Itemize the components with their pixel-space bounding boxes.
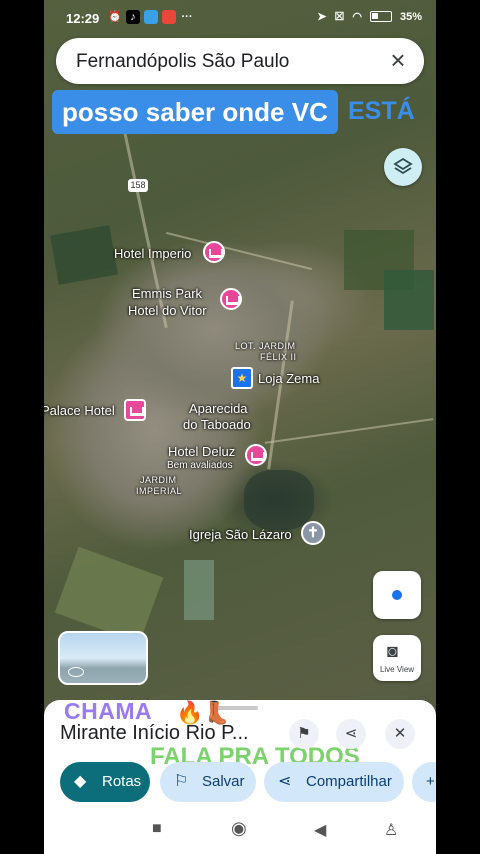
hotel-pin-icon[interactable] xyxy=(220,288,242,310)
poi-hotel-imperio-label[interactable]: Hotel Imperio xyxy=(114,246,191,261)
app-icon xyxy=(144,10,158,24)
phone-screen: 12:29 ⏰ ♪ ··· ➤ ☒ ◠ 35% Fernandópolis Sã… xyxy=(44,0,436,854)
close-sheet-button[interactable]: ✕ xyxy=(385,719,415,749)
poi-igreja-label[interactable]: Igreja São Lázaro xyxy=(189,527,292,542)
location-icon: ➤ xyxy=(317,11,327,23)
hotel-pin-icon[interactable] xyxy=(245,444,267,466)
alarm-icon: ⏰ xyxy=(108,11,122,23)
battery-level: 35% xyxy=(399,10,422,23)
hotel-pin-icon[interactable] xyxy=(124,399,146,421)
area-lot-jardim-label-2: FÉLIX II xyxy=(260,352,297,362)
shopping-pin-icon[interactable]: ★ xyxy=(231,367,253,389)
overlay-caption-tail: ESTÁ xyxy=(348,97,415,125)
city-aparecida-label-2: do Taboado xyxy=(183,417,251,432)
status-time: 12:29 xyxy=(66,11,100,26)
route-shield: 158 xyxy=(128,179,148,192)
battery-icon xyxy=(369,11,392,22)
layers-icon xyxy=(393,157,413,175)
close-icon: ✕ xyxy=(393,725,407,742)
live-view-button[interactable]: ◙ Live View xyxy=(373,635,421,681)
share-label: Compartilhar xyxy=(306,773,392,790)
search-query[interactable]: Fernandópolis São Paulo xyxy=(76,51,289,73)
360-icon xyxy=(68,667,84,677)
close-icon[interactable]: × xyxy=(384,47,412,75)
status-bar: 12:29 ⏰ ♪ ··· ➤ ☒ ◠ 35% xyxy=(44,0,436,36)
area-jardim-imperial-label: JARDIM xyxy=(140,475,177,485)
notification-icons: ⏰ ♪ ··· xyxy=(108,10,194,24)
directions-icon: ◆ xyxy=(74,773,87,790)
poi-loja-zema-label[interactable]: Loja Zema xyxy=(258,371,319,386)
poi-hotel-deluz-sublabel: Bem avaliados xyxy=(167,460,233,471)
share-button[interactable]: ⋖ xyxy=(336,719,366,749)
overlay-chama-text: CHAMA xyxy=(64,698,153,724)
save-label: Salvar xyxy=(202,773,245,790)
church-pin-icon[interactable]: ✝ xyxy=(301,521,325,545)
camera-icon: ◙ xyxy=(387,641,398,661)
bookmark-icon: ⚑ xyxy=(297,725,311,742)
system-icons: ➤ ☒ ◠ 35% xyxy=(317,10,422,24)
accessibility-icon[interactable]: ♙ xyxy=(384,820,398,840)
plus-icon: + xyxy=(426,773,435,790)
save-button[interactable]: ⚐ Salvar xyxy=(160,762,256,802)
more-dots-icon: ··· xyxy=(181,11,193,23)
recents-icon[interactable]: ■ xyxy=(152,820,162,838)
area-lot-jardim-label: LOT. JARDIM xyxy=(235,341,296,351)
app-red-icon xyxy=(162,10,176,24)
layers-button[interactable] xyxy=(384,148,422,186)
home-icon[interactable]: ◉ xyxy=(231,818,247,839)
city-aparecida-label: Aparecida xyxy=(189,401,248,416)
poi-emmis-park-label-2[interactable]: Hotel do Vitor xyxy=(128,303,207,318)
area-jardim-imperial-label-2: IMPERIAL xyxy=(136,486,183,496)
my-location-button[interactable] xyxy=(373,571,421,619)
directions-label: Rotas xyxy=(102,773,142,790)
place-photo-thumbnail[interactable] xyxy=(58,631,148,685)
overlay-caption: posso saber onde VC xyxy=(52,90,338,134)
poi-hotel-deluz-label[interactable]: Hotel Deluz xyxy=(168,444,235,459)
poi-palace-hotel-label[interactable]: Palace Hotel xyxy=(44,403,115,418)
search-bar[interactable]: Fernandópolis São Paulo × xyxy=(56,38,424,84)
share-icon: ⋖ xyxy=(278,773,292,790)
sim-off-icon: ☒ xyxy=(334,11,345,23)
share-chip-button[interactable]: ⋖ Compartilhar xyxy=(264,762,404,802)
bookmark-icon: ⚐ xyxy=(174,773,189,790)
hotel-pin-icon[interactable] xyxy=(203,241,225,263)
bookmark-button[interactable]: ⚑ xyxy=(289,719,319,749)
location-dot-icon xyxy=(392,590,402,600)
wifi-icon: ◠ xyxy=(352,11,362,23)
place-title: Mirante Início Rio P... xyxy=(60,722,249,744)
back-icon[interactable]: ◀ xyxy=(314,820,326,840)
directions-button[interactable]: ◆ Rotas xyxy=(60,762,150,802)
system-navigation-bar: ■ ◉ ◀ ♙ xyxy=(44,806,436,854)
tiktok-icon: ♪ xyxy=(126,10,140,24)
share-icon: ⋖ xyxy=(344,725,358,742)
live-view-label: Live View xyxy=(379,665,415,674)
poi-emmis-park-label[interactable]: Emmis Park xyxy=(132,286,202,301)
